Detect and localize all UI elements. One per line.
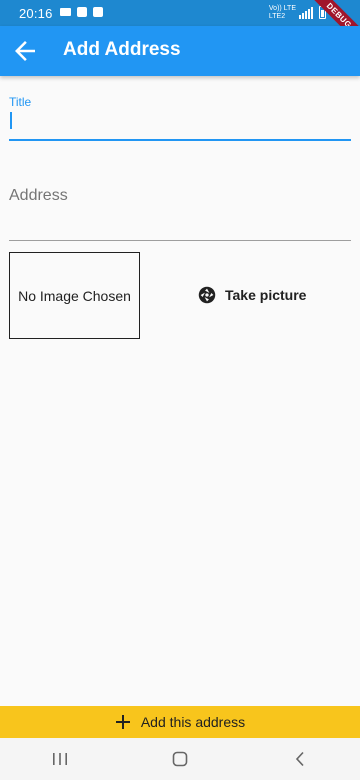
status-time: 20:16 bbox=[19, 6, 53, 21]
address-field-label: Address bbox=[9, 187, 68, 204]
take-picture-label: Take picture bbox=[225, 287, 307, 303]
address-field[interactable]: Address bbox=[9, 180, 351, 241]
title-input[interactable] bbox=[9, 111, 339, 131]
title-field[interactable]: Title bbox=[9, 92, 351, 141]
recent-apps-button[interactable] bbox=[40, 744, 80, 774]
status-system-icons: Vo)) LTE LTE2 bbox=[269, 5, 326, 20]
nav-back-button[interactable] bbox=[280, 744, 320, 774]
recent-apps-icon bbox=[53, 753, 67, 765]
back-icon bbox=[295, 751, 304, 767]
network-type-bottom: LTE2 bbox=[268, 13, 286, 20]
app-bar: Add Address bbox=[0, 26, 360, 76]
home-button[interactable] bbox=[160, 744, 200, 774]
plus-icon bbox=[115, 715, 130, 729]
title-field-label: Title bbox=[9, 95, 32, 109]
image-preview: No Image Chosen bbox=[9, 252, 140, 339]
network-type-top: Vo)) LTE bbox=[268, 5, 296, 12]
system-nav-bar bbox=[0, 738, 360, 780]
signal-icon bbox=[299, 6, 313, 19]
video-call-icon bbox=[60, 8, 71, 16]
status-bar: 20:16 Vo)) LTE LTE2 bbox=[0, 0, 360, 26]
back-button[interactable] bbox=[10, 36, 40, 66]
checkbox-icon bbox=[77, 7, 87, 17]
chat-icon bbox=[93, 7, 103, 17]
image-preview-text: No Image Chosen bbox=[18, 287, 131, 304]
take-picture-button[interactable]: Take picture bbox=[190, 278, 314, 312]
home-icon bbox=[172, 751, 188, 767]
text-cursor bbox=[10, 112, 12, 129]
add-address-label: Add this address bbox=[140, 714, 246, 730]
add-address-button[interactable]: Add this address bbox=[0, 706, 360, 738]
address-input[interactable] bbox=[9, 212, 339, 234]
status-notification-icons bbox=[60, 7, 103, 17]
camera-shutter-icon bbox=[198, 286, 216, 304]
page-title: Add Address bbox=[63, 39, 181, 60]
arrow-left-icon bbox=[15, 41, 35, 61]
